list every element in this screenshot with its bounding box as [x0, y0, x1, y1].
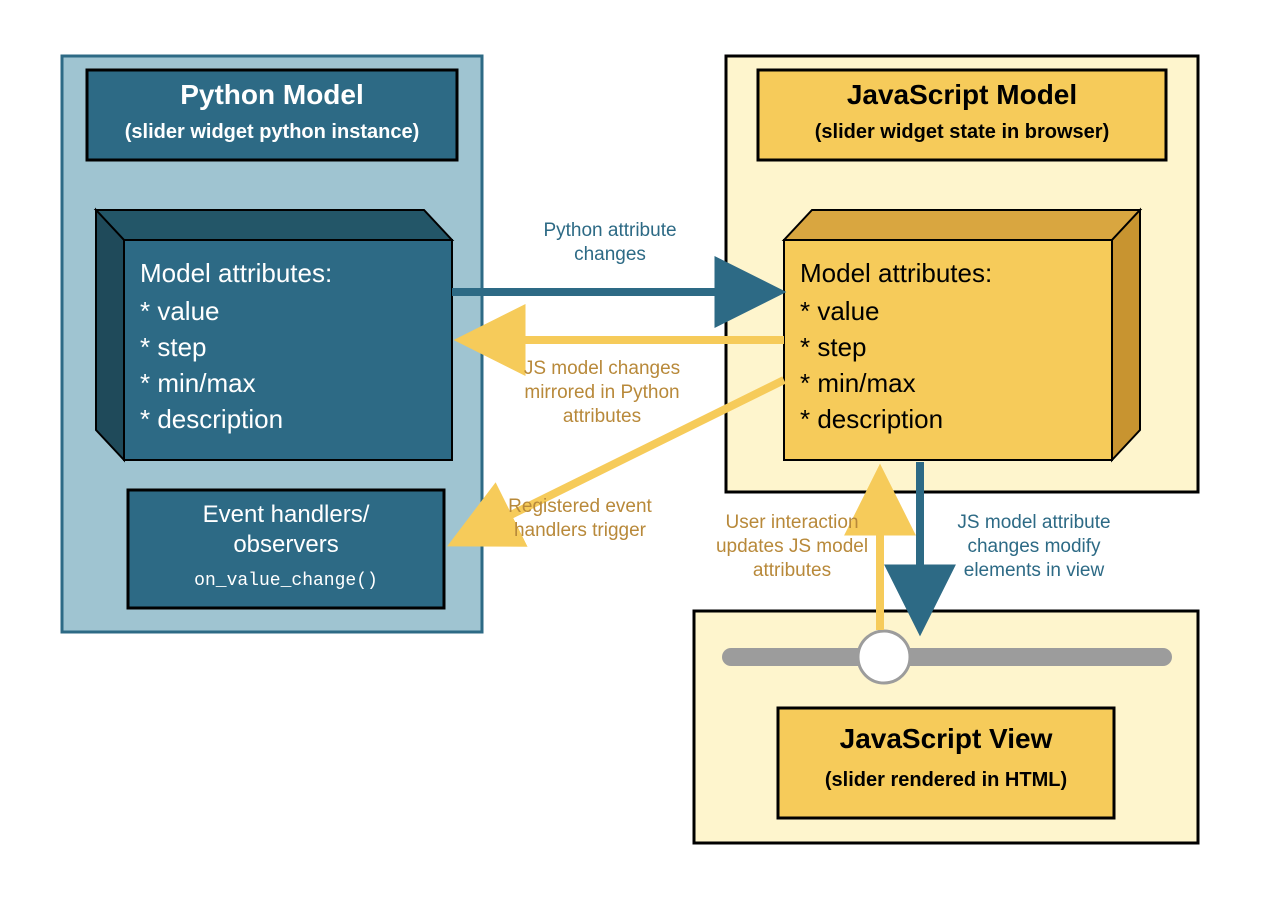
- handlers-line1: Event handlers/: [203, 501, 370, 528]
- label-js-to-py-3: attributes: [563, 406, 641, 427]
- python-model-subtitle: (slider widget python instance): [125, 121, 419, 143]
- handlers-line2: observers: [233, 531, 338, 558]
- js-view-container: JavaScript View (slider rendered in HTML…: [694, 611, 1198, 843]
- python-attr-0: * value: [140, 296, 220, 326]
- label-user-3: attributes: [753, 560, 831, 581]
- js-attrs-cuboid: Model attributes: * value * step * min/m…: [784, 210, 1140, 460]
- python-attrs-cuboid: Model attributes: * value * step * min/m…: [96, 210, 452, 460]
- diagram-canvas: Python Model (slider widget python insta…: [0, 0, 1284, 903]
- js-attr-2: * min/max: [800, 368, 916, 398]
- python-attr-2: * min/max: [140, 368, 256, 398]
- label-user-1: User interaction: [725, 512, 858, 533]
- event-handlers-box: Event handlers/ observers on_value_chang…: [128, 490, 444, 608]
- python-attr-title: Model attributes:: [140, 258, 332, 288]
- python-model-title: Python Model: [180, 79, 364, 110]
- js-attr-1: * step: [800, 332, 867, 362]
- label-model-view-2: changes modify: [967, 536, 1101, 557]
- label-py-to-js-1: Python attribute: [543, 220, 676, 241]
- js-attr-title: Model attributes:: [800, 258, 992, 288]
- js-model-subtitle: (slider widget state in browser): [815, 121, 1110, 143]
- python-model-container: Python Model (slider widget python insta…: [62, 56, 482, 632]
- label-handlers-2: handlers trigger: [514, 520, 647, 541]
- label-py-to-js-2: changes: [574, 244, 646, 265]
- label-js-to-py-1: JS model changes: [524, 358, 680, 379]
- label-model-view-3: elements in view: [964, 560, 1105, 581]
- label-js-to-py-2: mirrored in Python: [524, 382, 679, 403]
- js-view-title: JavaScript View: [840, 723, 1053, 754]
- label-user-2: updates JS model: [716, 536, 868, 557]
- label-handlers-1: Registered event: [508, 496, 652, 517]
- js-model-container: JavaScript Model (slider widget state in…: [726, 56, 1198, 492]
- slider-thumb[interactable]: [858, 631, 910, 683]
- handlers-code: on_value_change(): [194, 571, 378, 591]
- js-attr-0: * value: [800, 296, 880, 326]
- label-model-view-1: JS model attribute: [957, 512, 1110, 533]
- js-view-subtitle: (slider rendered in HTML): [825, 769, 1067, 791]
- js-model-title: JavaScript Model: [847, 79, 1077, 110]
- python-attr-3: * description: [140, 404, 283, 434]
- js-attr-3: * description: [800, 404, 943, 434]
- python-attr-1: * step: [140, 332, 207, 362]
